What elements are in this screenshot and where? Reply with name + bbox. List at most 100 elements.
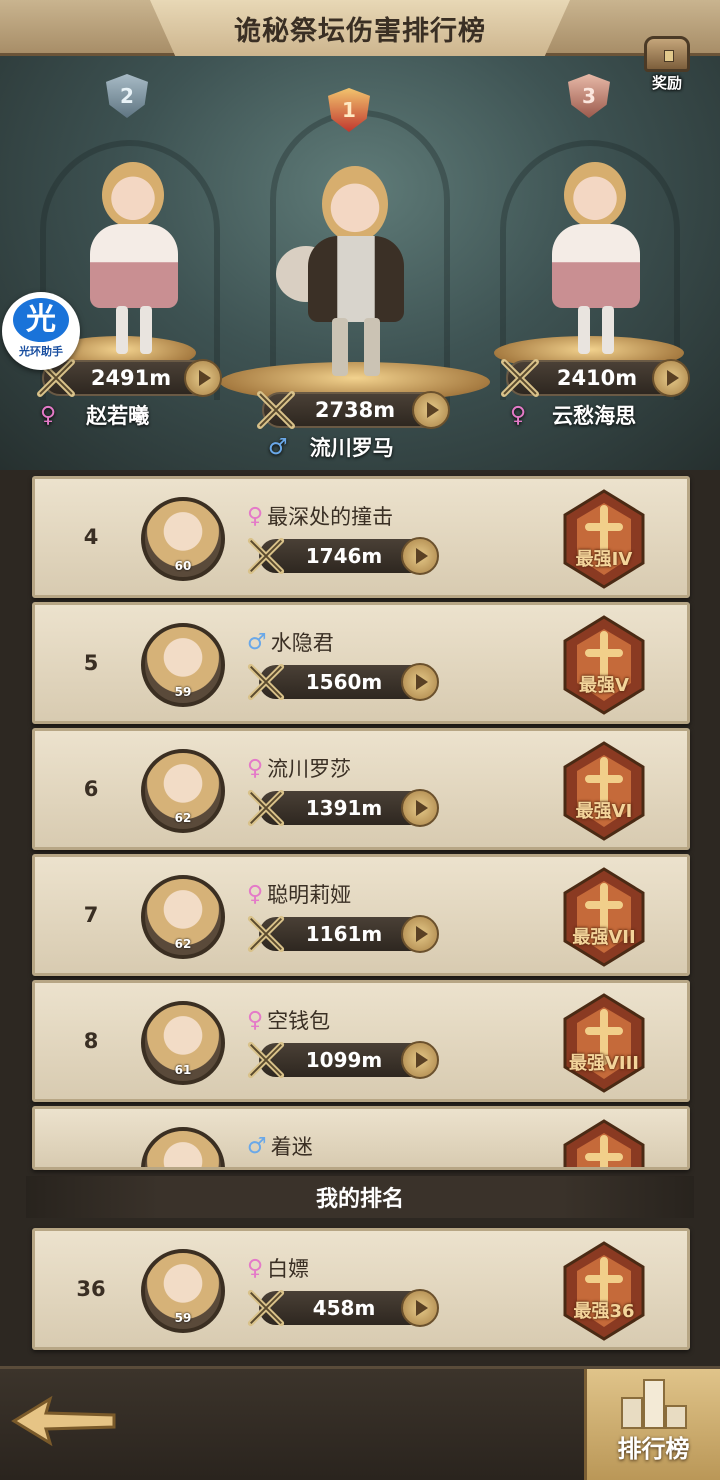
player-name: 空钱包: [267, 1009, 331, 1033]
table-row[interactable]: 4 60 ♀ 最深处的撞击 1746m 最强IV: [32, 476, 690, 598]
male-icon: ♂: [268, 434, 288, 460]
podium-scene: 诡秘祭坛伤害排行榜 奖励 2 1 3 2491m 2738m 2410m ♀ 赵…: [0, 0, 720, 470]
helper-floating-button[interactable]: 光 光环助手: [2, 292, 80, 370]
avatar[interactable]: 59: [141, 1249, 225, 1333]
podium-character-2[interactable]: [84, 150, 184, 360]
title-badge: [557, 1117, 651, 1167]
crossed-swords-icon: [245, 1165, 287, 1170]
treasure-chest-icon: [644, 36, 690, 72]
podium-character-3[interactable]: [546, 150, 646, 360]
male-icon: ♂: [247, 1133, 267, 1159]
rank-number: 36: [76, 1277, 106, 1301]
replay-play-button[interactable]: [184, 359, 222, 397]
title-badge: 最强IV: [557, 487, 651, 591]
title-emblem-icon: [563, 1119, 645, 1167]
replay-play-button[interactable]: [401, 537, 439, 575]
title-badge-text: 最强VII: [572, 927, 636, 948]
avatar[interactable]: 59: [141, 623, 225, 707]
player-name: 流川罗莎: [267, 757, 352, 781]
player-name-line: ♂ 着迷: [247, 1131, 313, 1161]
table-row[interactable]: 8 61 ♀ 空钱包 1099m 最强VIII: [32, 980, 690, 1102]
podium-character-1[interactable]: [272, 160, 442, 382]
player-name: 着迷: [270, 1135, 313, 1159]
replay-play-button[interactable]: [401, 1041, 439, 1079]
avatar[interactable]: 61: [141, 1001, 225, 1085]
podium-1-damage: 2738m: [257, 391, 450, 429]
level-badge: 61: [174, 1063, 192, 1077]
podium-1-name[interactable]: ♂ 流川罗马: [268, 432, 394, 462]
reward-label: 奖励: [651, 74, 682, 92]
player-name-line: ♀ 最深处的撞击: [247, 501, 393, 531]
back-button[interactable]: [10, 1391, 120, 1451]
player-name: 云愁海思: [552, 404, 637, 428]
damage-pill: 1391m: [247, 789, 439, 827]
level-badge: 62: [174, 811, 192, 825]
crossed-swords-icon: [257, 391, 295, 429]
replay-play-button[interactable]: [401, 915, 439, 953]
player-name-line: ♀ 白嫖: [247, 1253, 309, 1283]
level-badge: 59: [174, 685, 192, 699]
player-name: 水隐君: [270, 631, 334, 655]
ranking-tab[interactable]: 排行榜: [584, 1369, 720, 1480]
rank-2-shield-icon: 2: [106, 74, 148, 118]
damage-value: 1161m: [305, 922, 383, 946]
damage-value: 2738m: [314, 398, 396, 422]
table-row[interactable]: 7 62 ♀ 聪明莉娅 1161m 最强VII: [32, 854, 690, 976]
rank-number: 4: [83, 525, 99, 549]
crossed-swords-icon: [247, 789, 285, 827]
title-emblem-icon: [563, 1241, 645, 1341]
avatar[interactable]: 62: [141, 875, 225, 959]
female-icon: ♀: [510, 402, 527, 428]
podium-icon: [619, 1379, 689, 1429]
player-name: 白嫖: [267, 1257, 310, 1281]
crossed-swords-icon: [247, 915, 285, 953]
replay-play-button[interactable]: [412, 391, 450, 429]
replay-play-button[interactable]: [401, 789, 439, 827]
rank-number: 7: [83, 903, 99, 927]
helper-logo-icon: 光: [13, 298, 69, 342]
replay-play-button[interactable]: [401, 1167, 439, 1170]
podium-2-damage: 2491m: [37, 359, 222, 397]
title-badge: 最强VII: [557, 865, 651, 969]
title-emblem-icon: [563, 741, 645, 841]
title-emblem-icon: [563, 615, 645, 715]
table-row[interactable]: 5 59 ♂ 水隐君 1560m 最强V: [32, 602, 690, 724]
rank-number: 5: [83, 651, 99, 675]
rank-number: 6: [83, 777, 99, 801]
level-badge: 60: [174, 559, 192, 573]
level-badge: 59: [174, 1311, 192, 1325]
female-icon: ♀: [247, 881, 264, 907]
level-badge: 62: [174, 937, 192, 951]
title-badge-text: 最强VIII: [568, 1053, 640, 1074]
damage-pill: 1560m: [247, 663, 439, 701]
title-badge-text: 最强IV: [575, 549, 633, 570]
podium-2-name[interactable]: ♀ 赵若曦: [40, 400, 149, 430]
avatar[interactable]: 62: [141, 749, 225, 833]
title-emblem-icon: [563, 489, 645, 589]
replay-play-button[interactable]: [401, 663, 439, 701]
player-name-line: ♂ 水隐君: [247, 627, 334, 657]
damage-value: 1099m: [305, 1048, 383, 1072]
player-name: 流川罗马: [309, 436, 394, 460]
avatar[interactable]: [141, 1127, 225, 1167]
ranking-tab-label: 排行榜: [617, 1435, 690, 1463]
player-name-line: ♀ 聪明莉娅: [247, 879, 351, 909]
table-row[interactable]: ♂ 着迷: [32, 1106, 690, 1170]
podium-3-name[interactable]: ♀ 云愁海思: [510, 400, 636, 430]
title-emblem-icon: [563, 993, 645, 1093]
player-name-line: ♀ 流川罗莎: [247, 753, 351, 783]
title-emblem-icon: [563, 867, 645, 967]
replay-play-button[interactable]: [652, 359, 690, 397]
rank-number: [73, 1109, 109, 1167]
crossed-swords-icon: [247, 1289, 285, 1327]
replay-play-button[interactable]: [401, 1289, 439, 1327]
damage-value: 1746m: [305, 544, 383, 568]
player-name: 赵若曦: [86, 404, 150, 428]
table-row[interactable]: 6 62 ♀ 流川罗莎 1391m 最强VI: [32, 728, 690, 850]
avatar[interactable]: 60: [141, 497, 225, 581]
rank-number: 8: [83, 1029, 99, 1053]
my-ranking-row[interactable]: 36 59 ♀ 白嫖 458m 最强36: [32, 1228, 690, 1350]
reward-button[interactable]: 奖励: [632, 36, 702, 100]
damage-value: 2410m: [556, 366, 638, 390]
player-name-line: ♀ 空钱包: [247, 1005, 330, 1035]
